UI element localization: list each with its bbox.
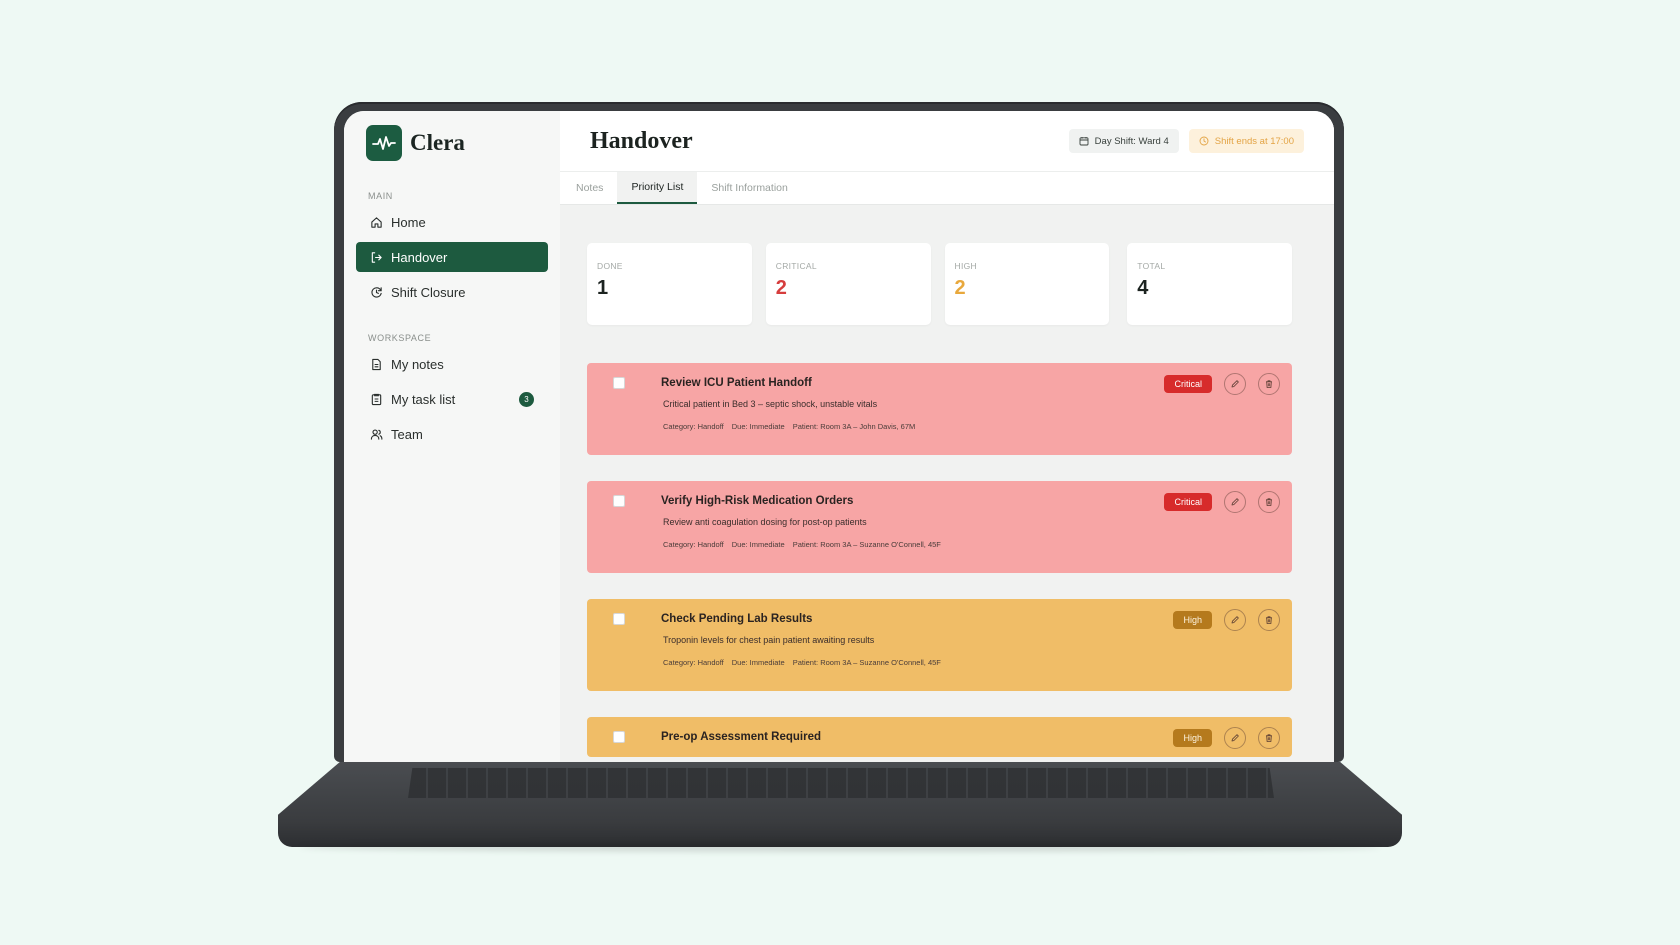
content-area: DONE 1 CRITICAL 2 HIGH 2 TOTAL 4 Review … bbox=[560, 205, 1334, 762]
pencil-icon bbox=[1231, 380, 1239, 388]
task-due: Due: Immediate bbox=[731, 658, 785, 667]
sidebar-item-home[interactable]: Home bbox=[356, 207, 548, 237]
stat-value: 2 bbox=[954, 277, 966, 299]
stat-card-total: TOTAL 4 bbox=[1127, 243, 1292, 325]
shift-closure-icon bbox=[371, 286, 382, 298]
clock-icon bbox=[1199, 136, 1209, 146]
stat-label: DONE bbox=[597, 261, 623, 271]
sidebar-item-label: Home bbox=[391, 214, 426, 230]
task-meta: Category: Handoff Due: Immediate Patient… bbox=[663, 540, 1278, 549]
sidebar-item-label: My notes bbox=[391, 356, 444, 372]
stat-label: HIGH bbox=[954, 261, 977, 271]
delete-button[interactable] bbox=[1258, 491, 1280, 513]
task-description: Troponin levels for chest pain patient a… bbox=[663, 635, 875, 645]
stat-card-high: HIGH 2 bbox=[944, 243, 1110, 325]
task-patient: Patient: Room 3A – John Davis, 67M bbox=[792, 422, 916, 431]
shift-badge: Day Shift: Ward 4 bbox=[1068, 129, 1179, 153]
stat-card-critical: CRITICAL 2 bbox=[765, 243, 931, 325]
sidebar-item-my-notes[interactable]: My notes bbox=[356, 349, 548, 379]
sidebar-item-label: My task list bbox=[391, 391, 456, 407]
pencil-icon bbox=[1231, 498, 1239, 506]
delete-button[interactable] bbox=[1258, 727, 1280, 749]
delete-button[interactable] bbox=[1258, 373, 1280, 395]
task-card: Verify High-Risk Medication Orders Revie… bbox=[587, 481, 1292, 573]
sidebar-item-shift-closure[interactable]: Shift Closure bbox=[356, 277, 548, 307]
trash-icon bbox=[1266, 734, 1272, 742]
stat-value: 2 bbox=[775, 277, 787, 299]
laptop-keyboard bbox=[408, 768, 1274, 798]
tab-bar: Notes Priority List Shift Information bbox=[560, 171, 1334, 205]
laptop-shadow bbox=[300, 842, 1380, 852]
task-checkbox[interactable] bbox=[613, 377, 625, 389]
stat-label: CRITICAL bbox=[775, 261, 817, 271]
task-description: Critical patient in Bed 3 – septic shock… bbox=[663, 399, 878, 409]
stat-value: 4 bbox=[1137, 277, 1149, 299]
task-description: Review anti coagulation dosing for post-… bbox=[663, 517, 867, 527]
sidebar: Clera MAIN Home Handover Shift Closure W… bbox=[344, 111, 560, 762]
task-card: Pre-op Assessment Required High bbox=[587, 717, 1292, 757]
trash-icon bbox=[1266, 616, 1272, 624]
laptop-lid: Clera MAIN Home Handover Shift Closure W… bbox=[334, 102, 1344, 762]
handover-icon bbox=[371, 251, 382, 263]
pencil-icon bbox=[1231, 734, 1239, 742]
page-title: Handover bbox=[590, 127, 693, 154]
top-bar: Handover Day Shift: Ward 4 Shift ends at… bbox=[560, 111, 1334, 171]
main-panel: Handover Day Shift: Ward 4 Shift ends at… bbox=[560, 111, 1334, 762]
task-checkbox[interactable] bbox=[613, 731, 625, 743]
task-card: Check Pending Lab Results Troponin level… bbox=[587, 599, 1292, 691]
task-category: Category: Handoff bbox=[663, 658, 724, 667]
home-icon bbox=[371, 216, 382, 228]
shift-label: Day Shift: Ward 4 bbox=[1094, 135, 1169, 147]
task-list-icon bbox=[371, 393, 382, 405]
pulse-logo-icon bbox=[366, 125, 402, 161]
notes-icon bbox=[372, 358, 381, 370]
priority-badge: Critical bbox=[1164, 493, 1212, 511]
sidebar-item-label: Team bbox=[391, 426, 423, 442]
stat-value: 1 bbox=[597, 277, 609, 299]
priority-badge: High bbox=[1173, 611, 1212, 629]
main-section-label: MAIN bbox=[368, 191, 393, 201]
sidebar-item-label: Shift Closure bbox=[391, 284, 466, 300]
task-checkbox[interactable] bbox=[613, 495, 625, 507]
stats-row: DONE 1 CRITICAL 2 HIGH 2 TOTAL 4 bbox=[587, 243, 1292, 325]
pencil-icon bbox=[1231, 616, 1239, 624]
sidebar-item-label: Handover bbox=[391, 249, 448, 265]
brand-name: Clera bbox=[410, 130, 465, 155]
edit-button[interactable] bbox=[1224, 491, 1246, 513]
delete-button[interactable] bbox=[1258, 609, 1280, 631]
edit-button[interactable] bbox=[1224, 727, 1246, 749]
shift-end-badge: Shift ends at 17:00 bbox=[1188, 129, 1304, 153]
priority-badge: Critical bbox=[1164, 375, 1212, 393]
calendar-icon bbox=[1079, 137, 1089, 146]
task-count-badge: 3 bbox=[519, 391, 534, 407]
task-category: Category: Handoff bbox=[663, 422, 724, 431]
task-meta: Category: Handoff Due: Immediate Patient… bbox=[663, 422, 1278, 431]
tab-priority-list[interactable]: Priority List bbox=[617, 172, 698, 204]
task-meta: Category: Handoff Due: Immediate Patient… bbox=[663, 658, 1278, 667]
sidebar-item-team[interactable]: Team bbox=[356, 419, 548, 449]
task-due: Due: Immediate bbox=[731, 540, 785, 549]
workspace-section-label: WORKSPACE bbox=[368, 333, 432, 343]
task-patient: Patient: Room 3A – Suzanne O'Connell, 45… bbox=[792, 540, 941, 549]
task-due: Due: Immediate bbox=[731, 422, 785, 431]
edit-button[interactable] bbox=[1224, 609, 1246, 631]
stat-label: TOTAL bbox=[1137, 261, 1166, 271]
trash-icon bbox=[1266, 498, 1272, 506]
team-icon bbox=[370, 428, 383, 440]
edit-button[interactable] bbox=[1224, 373, 1246, 395]
trash-icon bbox=[1266, 380, 1272, 388]
sidebar-item-handover[interactable]: Handover bbox=[356, 242, 548, 272]
tab-shift-information[interactable]: Shift Information bbox=[697, 172, 801, 204]
shift-end-label: Shift ends at 17:00 bbox=[1214, 135, 1294, 147]
priority-badge: High bbox=[1173, 729, 1212, 747]
app-screen: Clera MAIN Home Handover Shift Closure W… bbox=[344, 111, 1334, 762]
task-category: Category: Handoff bbox=[663, 540, 724, 549]
tab-notes[interactable]: Notes bbox=[562, 172, 617, 204]
task-patient: Patient: Room 3A – Suzanne O'Connell, 45… bbox=[792, 658, 941, 667]
task-checkbox[interactable] bbox=[613, 613, 625, 625]
brand: Clera bbox=[366, 125, 548, 161]
task-card: Review ICU Patient Handoff Critical pati… bbox=[587, 363, 1292, 455]
sidebar-item-my-task-list[interactable]: My task list 3 bbox=[356, 384, 548, 414]
stat-card-done: DONE 1 bbox=[587, 243, 752, 325]
